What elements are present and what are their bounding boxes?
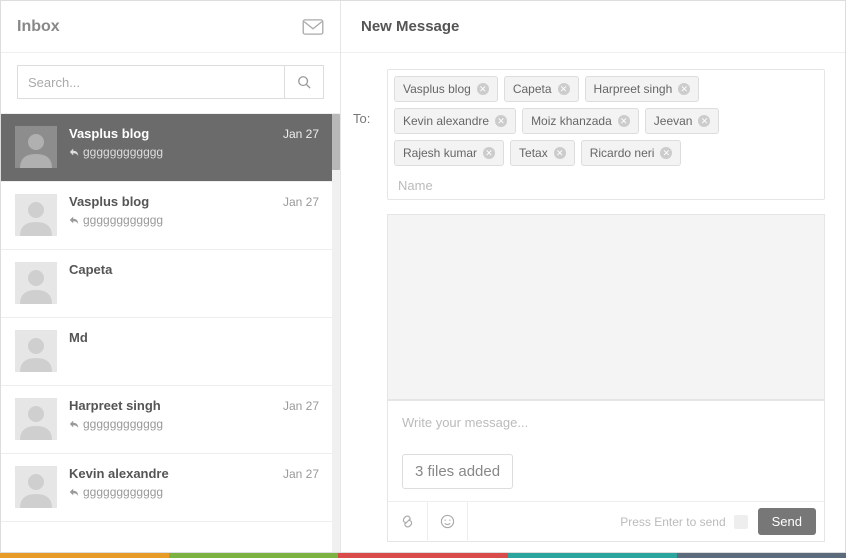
scrollbar-thumb[interactable]	[332, 114, 340, 170]
recipient-chip[interactable]: Rajesh kumar ✕	[394, 140, 504, 166]
recipient-chip[interactable]: Vasplus blog ✕	[394, 76, 498, 102]
recipient-chip[interactable]: Kevin alexandre ✕	[394, 108, 516, 134]
conversation-item[interactable]: Vasplus blog Jan 27 gggggggggggg	[1, 182, 333, 250]
send-button[interactable]: Send	[758, 508, 816, 535]
enter-to-send-checkbox[interactable]	[734, 515, 748, 529]
chip-remove-icon[interactable]: ✕	[483, 147, 495, 159]
compose-header: New Message	[341, 1, 845, 53]
conversation-item[interactable]: Harpreet singh Jan 27 gggggggggggg	[1, 386, 333, 454]
files-badge[interactable]: 3 files added	[402, 454, 513, 489]
color-bar	[0, 553, 846, 558]
recipient-chip[interactable]: Capeta ✕	[504, 76, 579, 102]
conversation-name: Md	[69, 330, 88, 345]
conversation-preview: gggggggggggg	[69, 485, 319, 499]
link-icon	[400, 514, 415, 529]
avatar	[15, 330, 57, 372]
chip-remove-icon[interactable]: ✕	[698, 115, 710, 127]
conversation-name: Harpreet singh	[69, 398, 161, 413]
conversation-date: Jan 27	[283, 127, 319, 141]
color-segment	[169, 553, 338, 558]
color-segment	[677, 553, 846, 558]
chip-remove-icon[interactable]: ✕	[554, 147, 566, 159]
recipient-chip[interactable]: Ricardo neri ✕	[581, 140, 682, 166]
conversation-date: Jan 27	[283, 399, 319, 413]
chip-remove-icon[interactable]: ✕	[558, 83, 570, 95]
avatar	[15, 194, 57, 236]
inbox-panel: Inbox Vasplus blogJan 27ggggggggggggVasp…	[1, 1, 341, 552]
conversation-scroll: Vasplus blogJan 27ggggggggggggVasplus bl…	[1, 114, 340, 552]
chip-label: Rajesh kumar	[403, 146, 477, 160]
emoji-button[interactable]	[428, 502, 468, 542]
inbox-header: Inbox	[1, 1, 340, 53]
color-segment	[338, 553, 507, 558]
chip-label: Moiz khanzada	[531, 114, 612, 128]
color-segment	[508, 553, 677, 558]
avatar	[15, 466, 57, 508]
inbox-title: Inbox	[17, 18, 60, 36]
conversation-name: Capeta	[69, 262, 112, 277]
chip-remove-icon[interactable]: ✕	[495, 115, 507, 127]
recipients-box[interactable]: Vasplus blog✕Capeta✕Harpreet singh✕Kevin…	[387, 69, 825, 200]
conversation-date: Jan 27	[283, 195, 319, 209]
chip-remove-icon[interactable]: ✕	[477, 83, 489, 95]
smile-icon	[440, 514, 455, 529]
conversation-preview: gggggggggggg	[69, 213, 319, 227]
compose-footer: Press Enter to send Send	[388, 501, 824, 541]
chip-label: Jeevan	[654, 114, 693, 128]
conversation-item[interactable]: Capeta	[1, 250, 333, 318]
avatar	[15, 262, 57, 304]
avatar	[15, 398, 57, 440]
conversation-item[interactable]: Md	[1, 318, 333, 386]
search-input[interactable]	[17, 65, 284, 99]
compose-panel: New Message To: Vasplus blog✕Capeta✕Harp…	[341, 1, 845, 552]
chip-remove-icon[interactable]: ✕	[678, 83, 690, 95]
compose-box: 3 files added	[387, 400, 825, 542]
envelope-icon	[302, 19, 324, 35]
attach-button[interactable]	[388, 502, 428, 542]
chip-label: Ricardo neri	[590, 146, 655, 160]
chip-label: Harpreet singh	[594, 82, 673, 96]
conversation-name: Kevin alexandre	[69, 466, 169, 481]
conversation-item[interactable]: Kevin alexandre Jan 27 gggggggggggg	[1, 454, 333, 522]
search-button[interactable]	[284, 65, 324, 99]
recipient-chip[interactable]: Harpreet singh ✕	[585, 76, 700, 102]
chip-remove-icon[interactable]: ✕	[618, 115, 630, 127]
to-row: To: Vasplus blog✕Capeta✕Harpreet singh✕K…	[341, 69, 825, 200]
chip-label: Vasplus blog	[403, 82, 471, 96]
conversation-name: Vasplus blog	[69, 194, 149, 209]
recipient-input[interactable]	[394, 172, 818, 197]
conversation-name: Vasplus blog	[69, 126, 149, 141]
chip-label: Tetax	[519, 146, 548, 160]
search-icon	[297, 75, 311, 89]
chip-label: Capeta	[513, 82, 552, 96]
chip-label: Kevin alexandre	[403, 114, 489, 128]
conversation-item[interactable]: Vasplus blog Jan 27 gggggggggggg	[1, 114, 333, 182]
conversation-date: Jan 27	[283, 467, 319, 481]
message-input[interactable]	[388, 401, 824, 447]
send-hint: Press Enter to send	[620, 515, 725, 529]
chip-remove-icon[interactable]: ✕	[660, 147, 672, 159]
conversation-preview: gggggggggggg	[69, 145, 319, 159]
conversation-preview: gggggggggggg	[69, 417, 319, 431]
recipient-chip[interactable]: Moiz khanzada ✕	[522, 108, 639, 134]
compose-title: New Message	[361, 18, 459, 35]
recipient-chip[interactable]: Tetax ✕	[510, 140, 575, 166]
search-row	[1, 53, 340, 114]
recipient-chip[interactable]: Jeevan ✕	[645, 108, 720, 134]
to-label: To:	[347, 69, 387, 126]
avatar	[15, 126, 57, 168]
color-segment	[0, 553, 169, 558]
scrollbar[interactable]	[332, 114, 340, 552]
message-history-area	[387, 214, 825, 400]
